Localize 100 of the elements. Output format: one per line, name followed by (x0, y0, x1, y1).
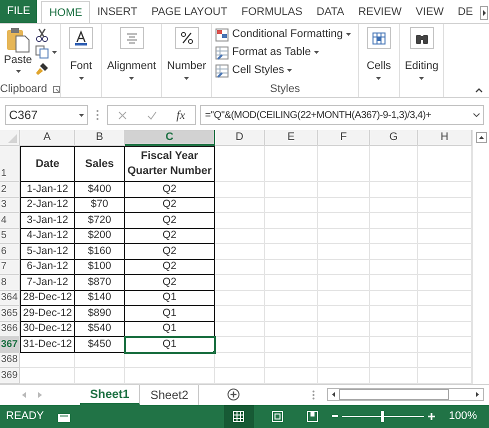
table-cell[interactable]: 5-Jan-12 (20, 244, 75, 260)
ribbon-tab[interactable]: DATA (309, 1, 352, 23)
paste-button[interactable]: Paste (3, 27, 33, 73)
ribbon-tab[interactable]: HOME (41, 1, 90, 23)
row-header[interactable]: 365 (0, 306, 20, 322)
column-header[interactable]: F (318, 130, 370, 146)
empty-cell[interactable] (215, 198, 265, 213)
table-cell[interactable]: Q2 (125, 275, 215, 290)
table-cell[interactable]: $140 (75, 290, 125, 306)
empty-cell[interactable] (215, 244, 265, 260)
row-header[interactable]: 2 (0, 182, 20, 198)
empty-cell[interactable] (318, 260, 370, 275)
insert-function-button[interactable]: fx (176, 106, 186, 124)
row-header[interactable]: 5 (0, 228, 20, 244)
empty-cell[interactable] (215, 290, 265, 306)
empty-cell[interactable] (318, 182, 370, 198)
column-header[interactable]: H (418, 130, 472, 146)
column-title[interactable]: Date (20, 146, 75, 182)
row-header[interactable]: 369 (0, 368, 20, 384)
empty-cell[interactable] (265, 290, 318, 306)
empty-cell[interactable] (215, 322, 265, 337)
empty-cell[interactable] (370, 260, 418, 275)
column-header[interactable]: B (75, 130, 125, 146)
empty-cell[interactable] (370, 198, 418, 213)
table-cell[interactable]: $200 (75, 228, 125, 244)
ribbon-tab[interactable]: REVIEW (351, 1, 409, 23)
empty-cell[interactable] (370, 306, 418, 322)
ribbon-button[interactable]: Number (165, 27, 208, 80)
zoom-level[interactable]: 100% (448, 408, 477, 424)
column-title[interactable]: Sales (75, 146, 125, 182)
table-cell[interactable]: Q2 (125, 260, 215, 275)
empty-cell[interactable] (265, 198, 318, 213)
scrollbar-thumb[interactable] (339, 389, 450, 400)
empty-cell[interactable] (125, 352, 215, 368)
empty-cell[interactable] (215, 352, 265, 368)
empty-cell[interactable] (370, 337, 418, 352)
table-cell[interactable]: $100 (75, 260, 125, 275)
table-cell[interactable]: 1-Jan-12 (20, 182, 75, 198)
empty-cell[interactable] (418, 182, 472, 198)
empty-cell[interactable] (418, 337, 472, 352)
row-header[interactable]: 7 (0, 260, 20, 275)
empty-cell[interactable] (265, 337, 318, 352)
table-cell[interactable]: Q2 (125, 213, 215, 228)
empty-cell[interactable] (370, 352, 418, 368)
empty-cell[interactable] (265, 352, 318, 368)
empty-cell[interactable] (318, 322, 370, 337)
table-cell[interactable]: Q1 (125, 322, 215, 337)
empty-cell[interactable] (418, 306, 472, 322)
empty-cell[interactable] (318, 213, 370, 228)
ribbon-tab[interactable]: PAGE LAYOUT (144, 1, 234, 23)
empty-cell[interactable] (318, 337, 370, 352)
table-cell[interactable]: $400 (75, 182, 125, 198)
empty-cell[interactable] (215, 146, 265, 182)
empty-cell[interactable] (215, 213, 265, 228)
row-header[interactable]: 367 (0, 337, 20, 352)
sheet-tab[interactable]: Sheet1 (80, 384, 140, 404)
empty-cell[interactable] (265, 275, 318, 290)
empty-cell[interactable] (418, 275, 472, 290)
table-cell[interactable]: $720 (75, 213, 125, 228)
empty-cell[interactable] (370, 322, 418, 337)
row-header[interactable]: 4 (0, 213, 20, 228)
empty-cell[interactable] (318, 228, 370, 244)
empty-cell[interactable] (318, 290, 370, 306)
empty-cell[interactable] (75, 352, 125, 368)
empty-cell[interactable] (265, 368, 318, 384)
empty-cell[interactable] (418, 198, 472, 213)
ribbon-button[interactable]: Font (64, 27, 98, 80)
ribbon-tab[interactable]: FORMULAS (234, 1, 310, 23)
row-header[interactable]: 3 (0, 198, 20, 213)
empty-cell[interactable] (370, 290, 418, 306)
table-cell[interactable]: $450 (75, 337, 125, 352)
column-header[interactable]: G (370, 130, 418, 146)
empty-cell[interactable] (318, 352, 370, 368)
empty-cell[interactable] (370, 368, 418, 384)
empty-cell[interactable] (318, 275, 370, 290)
empty-cell[interactable] (215, 337, 265, 352)
empty-cell[interactable] (418, 322, 472, 337)
column-header[interactable]: A (20, 130, 75, 146)
row-header[interactable]: 6 (0, 244, 20, 260)
table-cell[interactable]: 3-Jan-12 (20, 213, 75, 228)
table-cell[interactable]: Q2 (125, 182, 215, 198)
empty-cell[interactable] (215, 260, 265, 275)
empty-cell[interactable] (370, 213, 418, 228)
empty-cell[interactable] (370, 244, 418, 260)
table-cell[interactable]: $870 (75, 275, 125, 290)
zoom-in-button[interactable] (428, 412, 435, 420)
table-cell[interactable]: 7-Jan-12 (20, 275, 75, 290)
empty-cell[interactable] (418, 228, 472, 244)
empty-cell[interactable] (215, 228, 265, 244)
empty-cell[interactable] (418, 213, 472, 228)
empty-cell[interactable] (418, 352, 472, 368)
styles-menu-item[interactable]: Conditional Formatting (215, 27, 355, 42)
empty-cell[interactable] (265, 182, 318, 198)
ribbon-tab[interactable]: VIEW (408, 1, 451, 23)
column-header[interactable]: C (125, 130, 215, 146)
empty-cell[interactable] (125, 368, 215, 384)
empty-cell[interactable] (370, 182, 418, 198)
table-cell[interactable]: $70 (75, 198, 125, 213)
empty-cell[interactable] (318, 146, 370, 182)
empty-cell[interactable] (265, 146, 318, 182)
